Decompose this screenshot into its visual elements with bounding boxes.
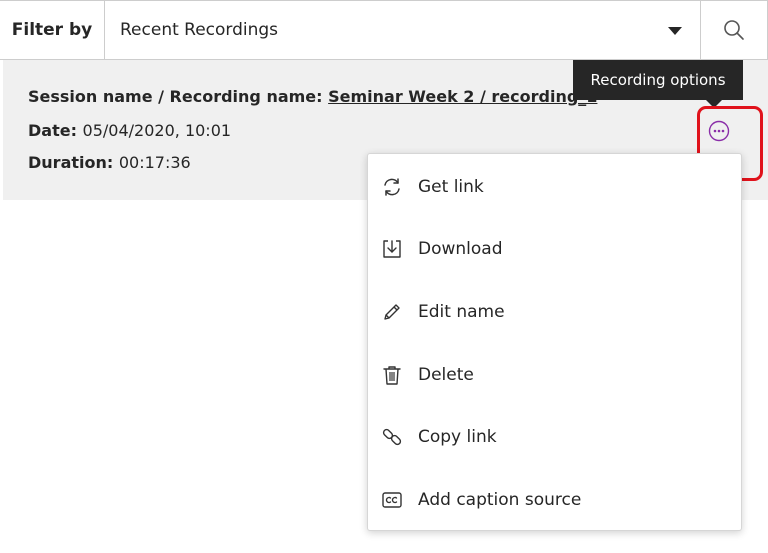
date-value: 05/04/2020, 10:01 [82, 121, 232, 140]
menu-item-copy-link[interactable]: Copy link [368, 409, 741, 465]
recording-options-tooltip: Recording options [573, 60, 743, 100]
menu-item-get-link[interactable]: Get link [368, 159, 741, 215]
filter-bar: Filter by Recent Recordings [0, 0, 768, 60]
duration-value: 00:17:36 [118, 153, 191, 172]
pencil-icon [384, 304, 400, 320]
recordings-panel: Filter by Recent Recordings Session name… [0, 0, 768, 553]
closed-caption-icon [382, 492, 402, 508]
search-button[interactable] [700, 1, 767, 59]
menu-item-label: Download [418, 239, 503, 259]
trash-icon [383, 366, 401, 385]
recording-name-link[interactable]: Seminar Week 2 / recording_1 [328, 87, 597, 106]
menu-item-label: Delete [418, 365, 474, 385]
duration-line: Duration: 00:17:36 [28, 153, 191, 172]
refresh-icon [384, 178, 400, 196]
session-line: Session name / Recording name: Seminar W… [28, 87, 597, 106]
duration-label: Duration: [28, 153, 119, 172]
menu-item-label: Copy link [418, 427, 497, 447]
filter-select[interactable]: Recent Recordings [105, 1, 700, 59]
session-label: Session name / Recording name: [28, 87, 329, 106]
caret-down-icon [668, 27, 682, 35]
recording-options-menu: Get link Download Edit name Delete Copy … [367, 153, 742, 531]
menu-item-add-caption-source[interactable]: Add caption source [368, 472, 741, 528]
menu-item-delete[interactable]: Delete [368, 347, 741, 403]
menu-item-edit-name[interactable]: Edit name [368, 284, 741, 340]
date-line: Date: 05/04/2020, 10:01 [28, 121, 231, 140]
filter-label: Filter by [0, 1, 105, 59]
download-icon [383, 240, 401, 258]
menu-item-label: Add caption source [418, 490, 582, 510]
chain-link-icon [382, 428, 402, 446]
search-icon [724, 20, 744, 40]
menu-item-label: Edit name [418, 302, 505, 322]
filter-selected-value: Recent Recordings [120, 20, 279, 40]
menu-item-label: Get link [418, 177, 484, 197]
date-label: Date: [28, 121, 83, 140]
menu-item-download[interactable]: Download [368, 221, 741, 277]
